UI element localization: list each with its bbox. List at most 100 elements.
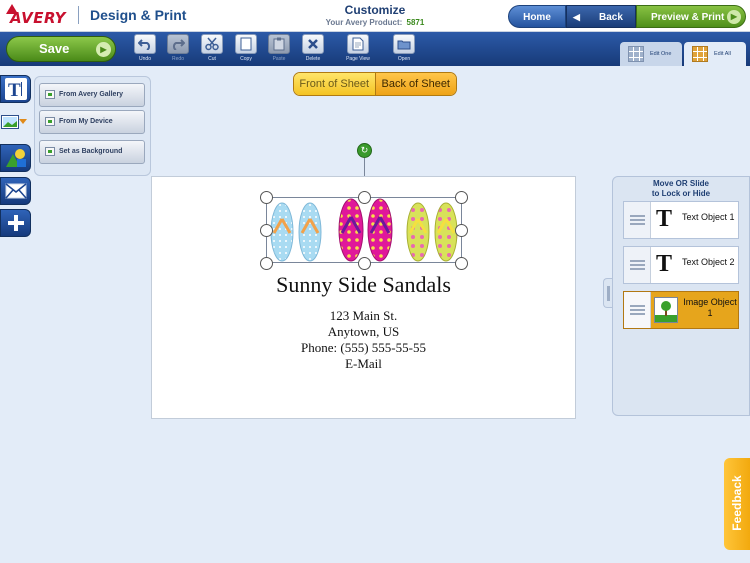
feedback-button[interactable]: Feedback bbox=[724, 458, 750, 550]
add-more-button[interactable] bbox=[0, 209, 31, 237]
avery-logo: AVERY bbox=[6, 4, 66, 27]
text-object-icon: T bbox=[656, 206, 673, 232]
copy-icon bbox=[235, 34, 257, 54]
edit-one-label: Edit One bbox=[650, 51, 672, 57]
resize-handle[interactable] bbox=[260, 191, 273, 204]
object-label: Text Object 2 bbox=[682, 257, 735, 267]
image-tool-icon bbox=[1, 115, 19, 129]
logo-divider bbox=[78, 6, 79, 24]
page-title: Customize bbox=[344, 3, 406, 17]
page-view-button[interactable]: Page View bbox=[345, 34, 371, 66]
tab-edit-one[interactable]: Edit One bbox=[620, 42, 682, 66]
svg-text:T: T bbox=[8, 80, 21, 100]
open-label: Open bbox=[397, 56, 411, 62]
copy-label: Copy bbox=[240, 56, 252, 62]
logo-text: AVERY bbox=[10, 9, 66, 27]
play-arrow-icon: ▶ bbox=[727, 10, 741, 24]
object-row-text-2[interactable]: T Text Object 2 bbox=[623, 246, 739, 284]
open-icon bbox=[393, 34, 415, 54]
text-object-icon: T bbox=[656, 251, 673, 277]
tab-edit-all[interactable]: Edit All bbox=[684, 42, 746, 66]
page-title-block: Customize Your Avery Product: 5871 bbox=[280, 3, 470, 27]
drag-handle-icon[interactable] bbox=[624, 292, 651, 328]
redo-label: Redo bbox=[172, 56, 184, 62]
resize-handle[interactable] bbox=[455, 191, 468, 204]
text-tool-icon: T bbox=[4, 78, 27, 100]
resize-handle[interactable] bbox=[455, 257, 468, 270]
preview-print-button[interactable]: Preview & Print ▶ bbox=[636, 5, 746, 28]
tab-back-of-sheet[interactable]: Back of Sheet bbox=[375, 73, 456, 95]
open-button[interactable]: Open bbox=[391, 34, 417, 66]
plus-icon bbox=[7, 215, 24, 231]
delete-button[interactable]: Delete bbox=[300, 34, 326, 66]
product-info: Your Avery Product: 5871 bbox=[280, 18, 470, 27]
paste-icon bbox=[268, 34, 290, 54]
from-avery-gallery-button[interactable]: From Avery Gallery bbox=[39, 83, 145, 107]
undo-label: Undo bbox=[139, 56, 151, 62]
sheet-side-toggle: Front of Sheet Back of Sheet bbox=[293, 72, 457, 96]
page-view-label: Page View bbox=[346, 56, 370, 62]
from-my-device-label: From My Device bbox=[59, 118, 113, 125]
mail-merge-button[interactable] bbox=[0, 177, 31, 205]
back-button[interactable]: ◀ Back bbox=[566, 5, 636, 28]
drag-handle-icon[interactable] bbox=[624, 202, 651, 238]
undo-icon bbox=[134, 34, 156, 54]
paste-label: Paste bbox=[272, 56, 286, 62]
preview-print-label: Preview & Print bbox=[651, 12, 725, 23]
grid-icon bbox=[628, 46, 644, 62]
selection-box bbox=[266, 197, 462, 263]
email-line[interactable]: E-Mail bbox=[151, 356, 576, 372]
delete-icon bbox=[302, 34, 324, 54]
set-as-background-button[interactable]: Set as Background bbox=[39, 140, 145, 164]
resize-handle[interactable] bbox=[455, 224, 468, 237]
paste-button[interactable]: Paste bbox=[266, 34, 292, 66]
image-icon bbox=[45, 90, 55, 99]
resize-handle[interactable] bbox=[260, 257, 273, 270]
add-shape-button[interactable] bbox=[0, 144, 31, 172]
object-row-text-1[interactable]: T Text Object 1 bbox=[623, 201, 739, 239]
home-button[interactable]: Home bbox=[508, 5, 566, 28]
back-arrow-icon: ◀ bbox=[573, 12, 580, 22]
header-bar: AVERY Design & Print Customize Your Aver… bbox=[0, 0, 750, 32]
rotate-handle-icon[interactable]: ↻ bbox=[357, 143, 372, 158]
address-line-1[interactable]: 123 Main St. bbox=[151, 308, 576, 324]
undo-button[interactable]: Undo bbox=[132, 34, 158, 66]
feedback-label: Feedback bbox=[730, 475, 744, 531]
scissors-icon bbox=[201, 34, 223, 54]
resize-handle[interactable] bbox=[260, 224, 273, 237]
resize-handle[interactable] bbox=[358, 257, 371, 270]
set-as-background-label: Set as Background bbox=[59, 148, 123, 155]
card-title-text[interactable]: Sunny Side Sandals bbox=[151, 272, 576, 298]
phone-line[interactable]: Phone: (555) 555-55-55 bbox=[151, 340, 576, 356]
edit-all-label: Edit All bbox=[714, 51, 731, 57]
object-row-image-1[interactable]: Image Object 1 bbox=[623, 291, 739, 329]
redo-button[interactable]: Redo bbox=[165, 34, 191, 66]
object-label: Image Object 1 bbox=[683, 297, 737, 318]
save-label: Save bbox=[39, 41, 70, 56]
shapes-icon bbox=[5, 149, 26, 167]
cut-label: Cut bbox=[208, 56, 216, 62]
play-arrow-icon: ▶ bbox=[96, 42, 111, 57]
objects-panel-title-line-1: Move OR Slide bbox=[652, 179, 709, 188]
copy-button[interactable]: Copy bbox=[233, 34, 259, 66]
from-avery-gallery-label: From Avery Gallery bbox=[59, 91, 124, 98]
save-button[interactable]: Save ▶ bbox=[6, 36, 116, 62]
drag-handle-icon[interactable] bbox=[624, 247, 651, 283]
resize-handle[interactable] bbox=[358, 191, 371, 204]
objects-panel-title-line-2: to Lock or Hide bbox=[651, 189, 711, 198]
image-icon bbox=[45, 147, 55, 156]
objects-panel-title: Move OR Slide to Lock or Hide bbox=[612, 179, 750, 199]
from-my-device-button[interactable]: From My Device bbox=[39, 110, 145, 134]
address-line-2[interactable]: Anytown, US bbox=[151, 324, 576, 340]
product-number: 5871 bbox=[406, 18, 425, 27]
grid-icon bbox=[692, 46, 708, 62]
tab-front-of-sheet[interactable]: Front of Sheet bbox=[294, 73, 376, 95]
page-view-icon bbox=[347, 34, 369, 54]
image-icon bbox=[45, 117, 55, 126]
envelope-icon bbox=[4, 183, 27, 199]
object-label: Text Object 1 bbox=[682, 212, 735, 222]
redo-icon bbox=[167, 34, 189, 54]
app-name: Design & Print bbox=[90, 7, 187, 23]
cut-button[interactable]: Cut bbox=[199, 34, 225, 66]
add-text-button[interactable]: T bbox=[0, 75, 31, 103]
